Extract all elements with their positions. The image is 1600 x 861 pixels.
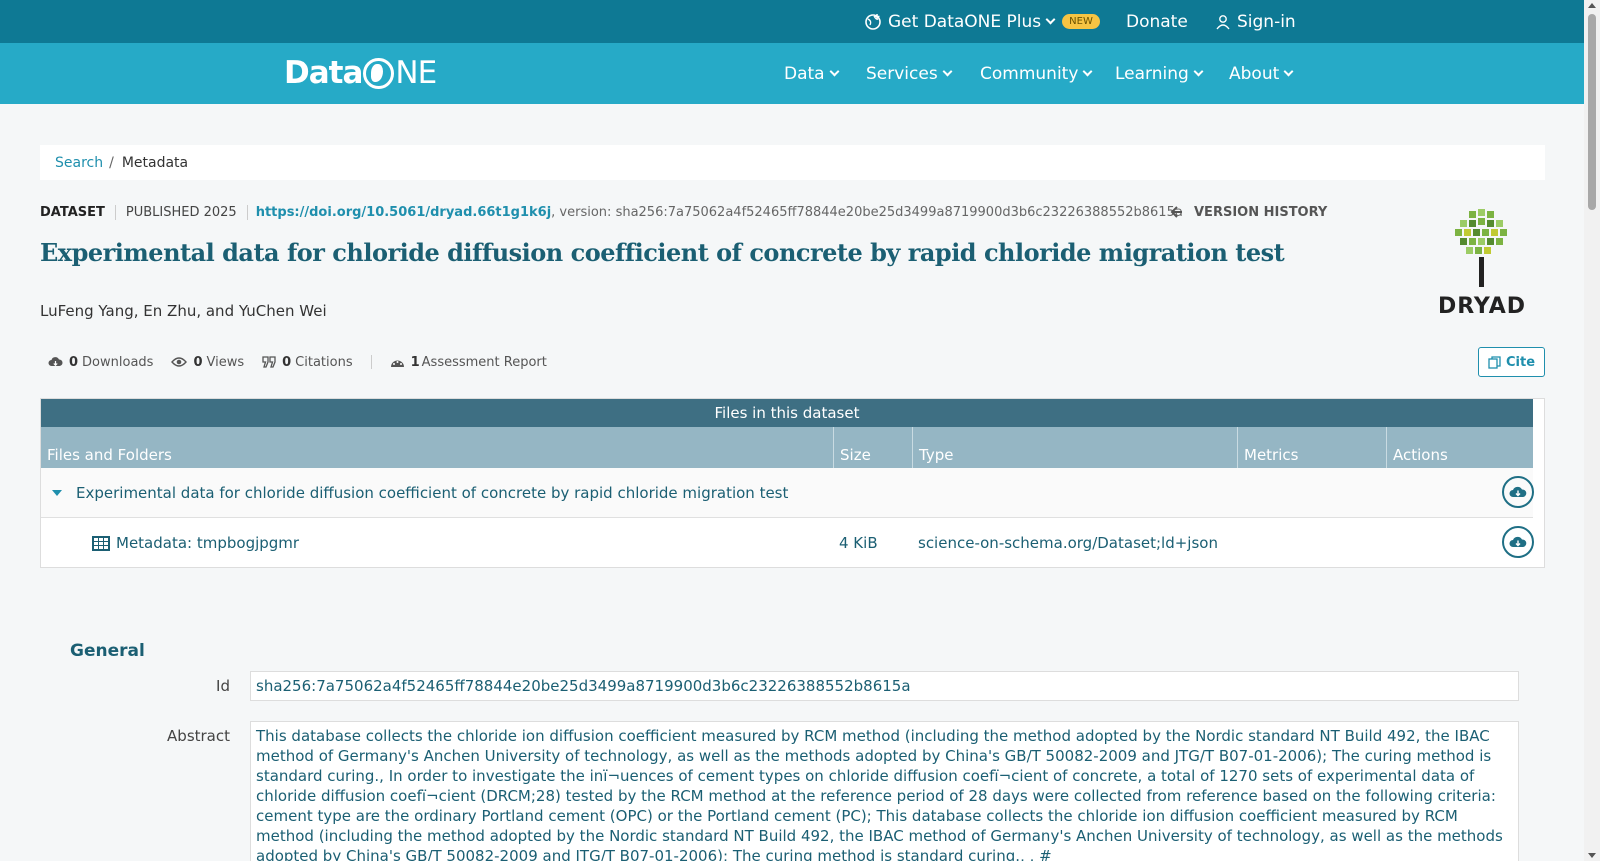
views-count: 0 (193, 354, 203, 370)
dataset-type: DATASET (40, 204, 105, 220)
nav-data[interactable]: Data (784, 43, 840, 104)
caret-down-icon (52, 490, 62, 496)
new-badge: NEW (1062, 14, 1100, 29)
general-heading: General (70, 641, 145, 661)
scroll-down-icon[interactable] (1588, 853, 1596, 858)
cite-button[interactable]: Cite (1478, 347, 1545, 377)
file-type: science-on-schema.org/Dataset;ld+json (918, 534, 1218, 552)
chevron-down-icon (1283, 66, 1294, 77)
folder-row[interactable]: Experimental data for chloride diffusion… (41, 468, 1534, 518)
stats-divider (370, 355, 372, 369)
chevron-down-icon (1193, 66, 1204, 77)
top-bar: Get DataONE Plus NEW Donate Sign-in (0, 0, 1584, 43)
chevron-down-icon (1045, 14, 1056, 25)
nav-community[interactable]: Community (980, 43, 1093, 104)
folder-name[interactable]: Experimental data for chloride diffusion… (76, 468, 788, 518)
id-value: sha256:7a75062a4f52465ff78844e20be25d349… (250, 671, 1519, 701)
column-type[interactable]: Type (913, 427, 1238, 468)
globe-plus-icon (865, 13, 881, 30)
logo-text-left: Data (284, 55, 363, 91)
cloud-download-icon (1509, 486, 1527, 497)
get-dataone-plus-link[interactable]: Get DataONE Plus NEW (864, 0, 1100, 43)
file-name: Metadata: tmpbogjpgmr (116, 534, 300, 552)
assessment-count: 1 (410, 354, 420, 370)
file-name-cell[interactable]: Metadata: tmpbogjpgmr (92, 518, 299, 568)
chevron-down-icon (1082, 66, 1093, 77)
nav-community-label: Community (980, 63, 1079, 84)
page-scrollbar[interactable] (1584, 0, 1600, 861)
citations-label: Citations (295, 354, 353, 370)
assessment-label: Assessment Report (421, 354, 547, 370)
scroll-up-icon[interactable] (1588, 3, 1596, 8)
citations-stat: 0 Citations (262, 354, 353, 370)
nav-data-label: Data (784, 63, 825, 84)
breadcrumb-search-link[interactable]: Search (55, 155, 103, 171)
chevron-down-icon (942, 66, 953, 77)
files-table-header: Files in this dataset (41, 399, 1533, 427)
breadcrumb: Search / Metadata (40, 145, 1545, 180)
downloads-count: 0 (69, 354, 79, 370)
get-dataone-plus-label: Get DataONE Plus (888, 11, 1042, 32)
nav-services-label: Services (866, 63, 938, 84)
breadcrumb-current: Metadata (121, 154, 189, 171)
chevron-down-icon (829, 66, 840, 77)
file-download-button[interactable] (1502, 526, 1534, 558)
signin-label: Sign-in (1237, 11, 1296, 32)
signin-link[interactable]: Sign-in (1215, 0, 1296, 43)
nav-about-label: About (1229, 63, 1280, 84)
cloud-download-icon (48, 357, 63, 367)
cite-label: Cite (1505, 354, 1536, 370)
dataset-meta-line: DATASET PUBLISHED 2025 https://doi.org/1… (40, 202, 1183, 222)
version-history-link[interactable]: VERSION HISTORY (1170, 202, 1327, 222)
version-id: , version: sha256:7a75062a4f52465ff78844… (551, 204, 1183, 220)
user-icon (1216, 14, 1230, 29)
column-actions: Actions (1393, 446, 1448, 464)
dataset-stats: 0 Downloads 0 Views 0 Citations 1 Assess… (48, 352, 565, 372)
file-row[interactable]: Metadata: tmpbogjpgmr 4 KiB science-on-s… (41, 518, 1534, 568)
dataset-authors: LuFeng Yang, En Zhu, and YuChen Wei (40, 302, 327, 320)
breadcrumb-separator: / (109, 154, 114, 171)
column-files-and-folders[interactable]: Files and Folders (41, 427, 834, 468)
arrow-left-icon (1170, 206, 1182, 218)
gauge-icon (390, 360, 404, 367)
folder-download-button[interactable] (1502, 476, 1534, 508)
logo-text-right: NE (395, 55, 437, 91)
abstract-label: Abstract (167, 727, 230, 745)
nav-learning[interactable]: Learning (1115, 43, 1204, 104)
version-history-label: VERSION HISTORY (1194, 204, 1328, 220)
views-label: Views (206, 354, 245, 370)
file-size: 4 KiB (839, 534, 878, 552)
column-metrics[interactable]: Metrics (1238, 427, 1387, 468)
column-size[interactable]: Size (834, 427, 913, 468)
globe-icon (363, 57, 395, 89)
downloads-stat: 0 Downloads (48, 355, 153, 370)
views-stat: 0 Views (171, 355, 244, 370)
quote-icon (262, 356, 276, 368)
abstract-value: This database collects the chloride ion … (250, 721, 1519, 861)
dataset-title: Experimental data for chloride diffusion… (40, 238, 1285, 267)
cloud-download-icon (1509, 536, 1527, 547)
copy-icon (1488, 355, 1501, 369)
dataone-logo[interactable]: Data NE (284, 53, 437, 93)
nav-about[interactable]: About (1229, 43, 1294, 104)
donate-link[interactable]: Donate (1126, 0, 1188, 43)
citations-count: 0 (282, 354, 292, 370)
nav-learning-label: Learning (1115, 63, 1189, 84)
id-label: Id (216, 677, 230, 695)
eye-icon (171, 357, 188, 367)
files-table-columns: Files and Folders Size Type Metrics Acti… (41, 427, 1533, 468)
table-icon (92, 535, 110, 551)
downloads-label: Downloads (82, 354, 154, 370)
main-navbar: Data NE Data Services Community Learning… (0, 43, 1584, 104)
files-table: Files in this dataset Files and Folders … (40, 398, 1545, 568)
folder-toggle[interactable] (52, 468, 62, 518)
dryad-logo-text: DRYAD (1437, 294, 1527, 319)
nav-services[interactable]: Services (866, 43, 953, 104)
scrollbar-thumb[interactable] (1588, 14, 1596, 210)
doi-link[interactable]: https://doi.org/10.5061/dryad.66t1g1k6j (246, 204, 551, 220)
assessment-stat[interactable]: 1 Assessment Report (390, 355, 547, 370)
published-year: PUBLISHED 2025 (114, 204, 237, 220)
